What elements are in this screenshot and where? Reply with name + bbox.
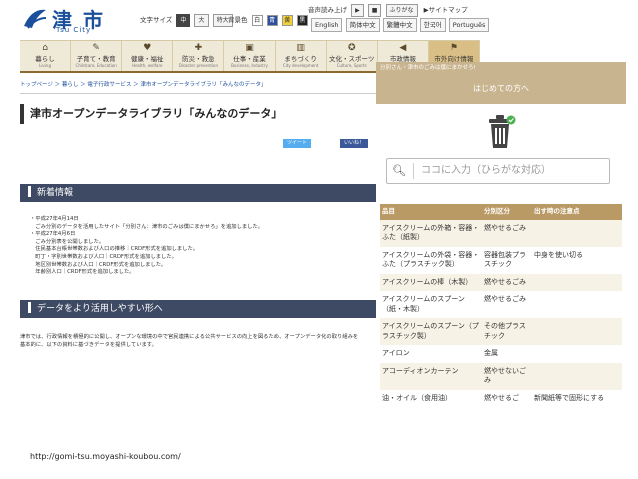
trash-icon — [489, 115, 516, 148]
tweet-button[interactable]: ツイート — [283, 139, 312, 148]
text-size-control: 文字サイズ 中 大 特大 — [140, 14, 233, 27]
news-list: ・平成27年4月14日 ごみ分別のデータを活用したサイト「分別さん：津市のごみは… — [30, 216, 360, 277]
read-aloud-control: 音声読み上げ ▶ ■ ふりがな ▶サイトマップ — [308, 4, 468, 17]
lang-english-button[interactable]: English — [311, 18, 343, 32]
sorting-table: 品目 分別区分 出す時の注意点 アイスクリームの外箱・容器・ふた（紙製） 燃やせる… — [380, 204, 622, 407]
column-header-item: 品目 — [380, 204, 482, 220]
bg-blue-button[interactable]: 青 — [266, 15, 278, 26]
house-icon: ⌂ — [42, 43, 48, 53]
search-icon[interactable]: 🔍︎ — [387, 159, 411, 183]
search-placeholder: ココに入力（ひらがな対応） — [421, 165, 551, 176]
table-row[interactable]: アイスクリームの棒（木製） 燃やせるごみ — [380, 273, 622, 291]
nav-item-disaster[interactable]: ✚ 防災・救急 Disaster prevention — [173, 41, 225, 71]
search-input[interactable]: 🔍︎ ココに入力（ひらがな対応） — [386, 158, 610, 184]
lang-korean-button[interactable]: 한국어 — [419, 18, 446, 32]
lang-simplified-chinese-button[interactable]: 简体中文 — [345, 18, 380, 32]
city-logo-icon — [24, 9, 47, 29]
list-item[interactable]: 住民基本台帳世帯数および人口の推移｜CRDF形式を追加しました。 — [30, 246, 360, 254]
gomi-app-panel: 分別さん・津市のごみは僕にまかせろ! はじめての方へ 🔍︎ ココに入力（ひらがな… — [376, 62, 626, 470]
text-size-label: 文字サイズ — [140, 16, 173, 24]
nav-item-culture[interactable]: ✪ 文化・スポーツ Culture, Sports — [327, 41, 378, 71]
table-row[interactable]: アイスクリームの外箱・容器・ふた（紙製） 燃やせるごみ — [380, 219, 622, 247]
briefcase-icon: ▣ — [245, 43, 254, 53]
list-item: ・平成27年4月14日 — [30, 216, 79, 222]
table-header-row: 品目 分別区分 出す時の注意点 — [380, 204, 622, 220]
table-row[interactable]: アイスクリームの外袋・容器・ふた（プラスチック製） 容器包装プラスチック 中身を使い… — [380, 246, 622, 274]
divider — [20, 93, 380, 94]
language-bar: English 简体中文 繁體中文 한국어 Português — [310, 18, 490, 32]
column-header-category: 分別区分 — [482, 204, 532, 220]
lang-traditional-chinese-button[interactable]: 繁體中文 — [382, 18, 417, 32]
source-url: http://gomi-tsu.moyashi-koubou.com/ — [30, 452, 181, 461]
list-item: ・平成27年4月6日 — [30, 231, 76, 238]
app-top-bar[interactable]: 分別さん・津市のごみは僕にまかせろ! — [376, 62, 626, 74]
city-logo-subtext: Tsu City — [56, 26, 92, 34]
bg-color-label: 背景色 — [228, 16, 248, 24]
bg-black-button[interactable]: 黒 — [296, 15, 308, 26]
list-item[interactable]: 町丁・字別世帯数および人口｜CRDF形式を追加しました。 — [30, 254, 360, 262]
table-row[interactable]: アコーディオンカーテン 燃やせないごみ — [380, 362, 622, 390]
like-button[interactable]: いいね！ — [340, 139, 369, 148]
school-icon: ✎ — [92, 43, 100, 53]
bg-white-button[interactable]: 白 — [251, 15, 263, 26]
flag-icon: ⚑ — [449, 43, 458, 53]
nav-item-living[interactable]: ⌂ 暮らし Living — [20, 41, 72, 71]
sports-icon: ✪ — [347, 43, 356, 53]
news-section-heading: 新着情報 — [20, 184, 380, 202]
list-item[interactable]: 年齢別人口｜CRDF形式を追加しました。 — [30, 269, 360, 277]
table-row[interactable]: アイスクリームのスプーン（プラスチック製） その他プラスチック — [380, 318, 622, 345]
text-size-large-button[interactable]: 大 — [194, 14, 209, 27]
table-row[interactable]: 油・オイル（食用油） 燃やせるご 新聞紙等で固形にする — [380, 389, 622, 407]
stop-icon[interactable]: ■ — [367, 4, 382, 17]
data-use-section-heading: データをより活用しやすい形へ — [20, 300, 380, 318]
nav-item-business[interactable]: ▣ 仕事・産業 Business, Industry — [224, 41, 276, 71]
first-time-header[interactable]: はじめての方へ — [376, 74, 626, 104]
building-icon: ▥ — [296, 43, 305, 53]
bg-yellow-button[interactable]: 黄 — [281, 15, 293, 26]
nav-item-health[interactable]: ♥ 健康・福祉 Health, welfare — [122, 41, 174, 71]
list-item[interactable]: ごみ分別のデータを活用したサイト「分別さん：津市のごみは僕にまかせろ」を追加しま… — [30, 224, 360, 232]
lang-portuguese-button[interactable]: Português — [448, 18, 490, 32]
nav-item-city-development[interactable]: ▥ まちづくり City development — [276, 41, 327, 71]
heart-icon: ♥ — [143, 43, 152, 53]
breadcrumb[interactable]: トップページ ＞ 暮らし ＞ 電子行政サービス ＞ 津市オープンデータライブラリ… — [20, 80, 267, 88]
bg-color-control: 背景色 白 青 黄 黒 — [228, 14, 308, 26]
text-size-medium-button[interactable]: 中 — [176, 14, 191, 27]
intro-text: 津市では、行政情報を積極的に公開し、オープンな環境の中で官民連携による公共サービ… — [20, 334, 359, 348]
play-icon[interactable]: ▶ — [351, 4, 364, 17]
nav-item-childcare[interactable]: ✎ 子育て・教育 Childcare, Education — [71, 41, 123, 71]
column-header-note: 出す時の注意点 — [532, 204, 622, 220]
divider — [413, 163, 414, 179]
table-row[interactable]: アイロン 金属 — [380, 345, 622, 363]
shield-icon: ✚ — [194, 43, 203, 53]
read-aloud-label: 音声読み上げ — [308, 6, 347, 14]
page-title: 津市オープンデータライブラリ「みんなのデータ」 — [20, 104, 390, 124]
furigana-button[interactable]: ふりがな — [385, 4, 418, 17]
sitemap-link[interactable]: ▶サイトマップ — [424, 6, 468, 14]
table-row[interactable]: アイスクリームのスプーン（紙・木製） 燃やせるごみ — [380, 291, 622, 318]
megaphone-icon: ◀ — [399, 43, 407, 53]
